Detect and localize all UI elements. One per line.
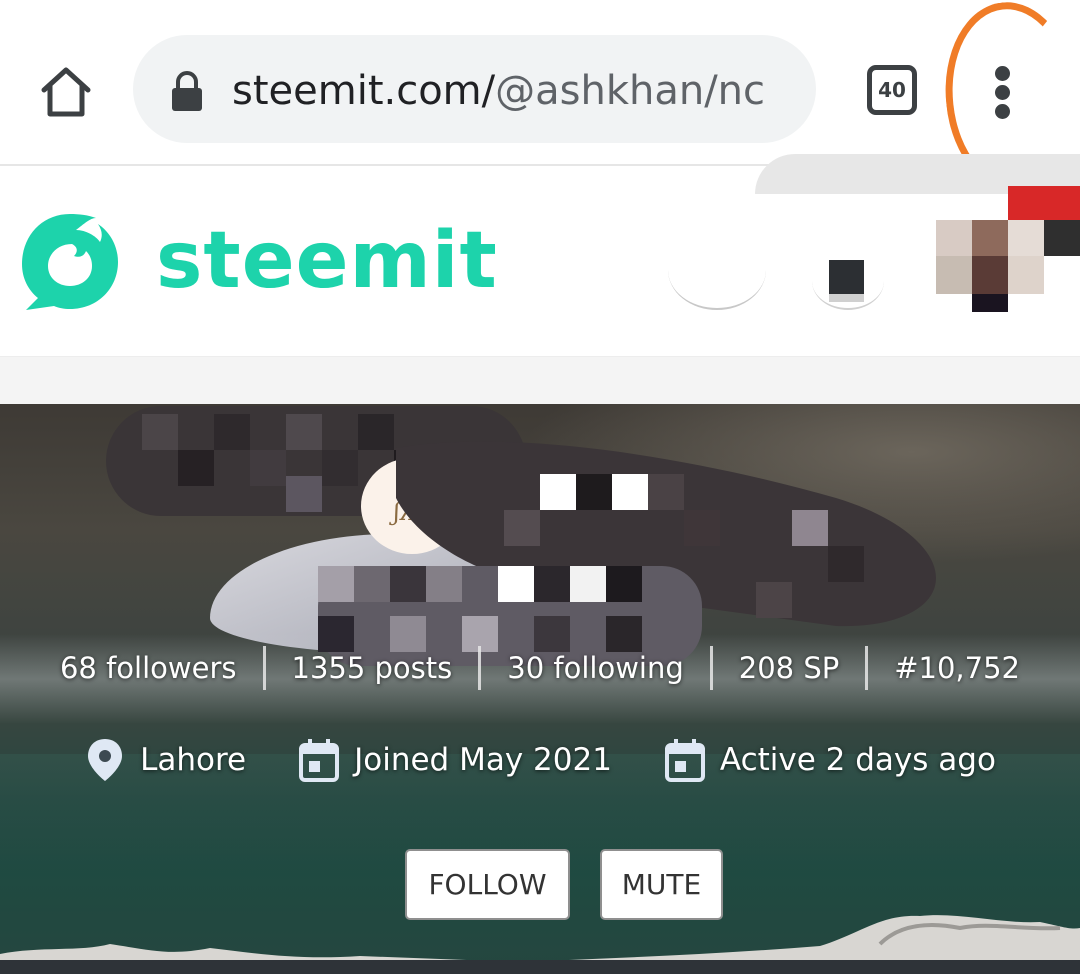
steemit-wordmark[interactable]: steemit: [156, 216, 498, 306]
home-icon[interactable]: [38, 64, 94, 120]
stat-divider: [262, 646, 266, 690]
pixelated-avatar[interactable]: [936, 220, 1080, 320]
stat-divider: [865, 646, 869, 690]
joined-date: Joined May 2021: [298, 737, 612, 783]
profile-stats: 68 followers 1355 posts 30 following 208…: [0, 640, 1080, 696]
bottom-edge: [0, 960, 1080, 974]
pixelated-icon: [829, 260, 864, 294]
steemit-logo-icon[interactable]: [14, 206, 126, 318]
calendar-icon: [664, 739, 705, 782]
joined-text: Joined May 2021: [354, 742, 612, 778]
user-rank: #10,752: [894, 651, 1021, 685]
active-text: Active 2 days ago: [719, 742, 996, 778]
url-host: steemit.com/: [232, 68, 496, 114]
last-active: Active 2 days ago: [664, 737, 996, 783]
url-text[interactable]: steemit.com/@ashkhan/nc: [232, 63, 764, 119]
location-pin-icon: [88, 739, 123, 781]
pixelated-icon-shadow: [829, 294, 864, 302]
posts-count[interactable]: 1355 posts: [266, 651, 479, 685]
stat-divider: [478, 646, 482, 690]
site-header: steemit: [0, 154, 1080, 356]
followers-count[interactable]: 68 followers: [34, 651, 263, 685]
location: Lahore: [84, 737, 246, 783]
steem-power: 208 SP: [738, 651, 840, 685]
location-text: Lahore: [140, 742, 247, 778]
stat-divider: [709, 646, 713, 690]
url-path: @ashkhan/nc: [495, 68, 764, 114]
header-divider: [0, 356, 1080, 404]
following-count[interactable]: 30 following: [481, 651, 710, 685]
calendar-icon: [299, 739, 340, 782]
lock-icon: [172, 71, 202, 111]
follow-button[interactable]: FOLLOW: [405, 849, 570, 920]
profile-actions: FOLLOW MUTE: [405, 849, 725, 921]
profile-meta: Lahore Joined May 2021 Active 2 days ago: [0, 730, 1080, 790]
tab-switcher-button[interactable]: 40: [867, 65, 917, 115]
search-button[interactable]: [668, 230, 766, 310]
mute-button[interactable]: MUTE: [600, 849, 723, 920]
